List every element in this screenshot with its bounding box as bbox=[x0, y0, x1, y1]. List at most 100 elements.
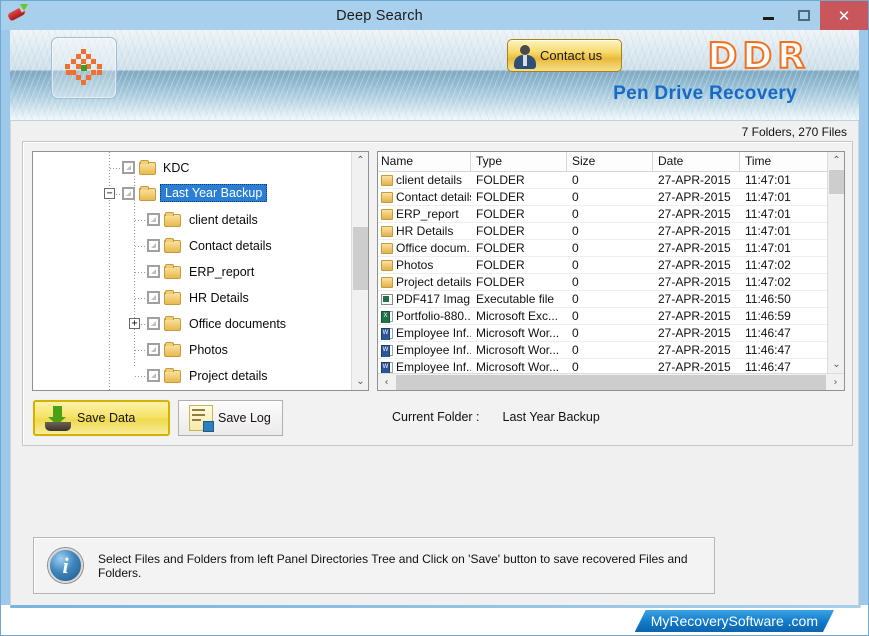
scroll-down-icon[interactable]: ⌄ bbox=[352, 373, 369, 390]
column-header-type[interactable]: Type bbox=[471, 152, 567, 171]
word-icon: W bbox=[381, 327, 393, 340]
column-header-size[interactable]: Size bbox=[567, 152, 653, 171]
save-log-button[interactable]: Save Log bbox=[178, 400, 283, 436]
tree-item-photos[interactable]: Photos bbox=[33, 337, 351, 363]
list-scroll-thumb[interactable] bbox=[829, 170, 844, 194]
file-type-letter: W bbox=[382, 329, 389, 336]
scroll-left-icon[interactable]: ‹ bbox=[378, 374, 395, 391]
folder-icon bbox=[164, 290, 181, 305]
tree-checkbox[interactable] bbox=[147, 239, 160, 252]
minimize-button[interactable] bbox=[748, 1, 788, 30]
tree-checkbox[interactable] bbox=[147, 213, 160, 226]
tree-checkbox[interactable] bbox=[147, 369, 160, 382]
list-hscroll-thumb[interactable] bbox=[396, 375, 826, 390]
column-header-date[interactable]: Date bbox=[653, 152, 740, 171]
column-header-time[interactable]: Time bbox=[740, 152, 820, 171]
scroll-up-icon[interactable]: ⌃ bbox=[828, 152, 845, 169]
save-data-button[interactable]: Save Data bbox=[33, 400, 170, 436]
tree-vertical-scrollbar[interactable]: ⌃ ⌄ bbox=[351, 152, 368, 390]
cell-name: W Employee Inf... bbox=[378, 326, 471, 340]
close-button[interactable]: ✕ bbox=[820, 1, 868, 30]
cell-time: 11:46:50 bbox=[745, 292, 791, 306]
list-horizontal-scrollbar[interactable]: ‹ › bbox=[378, 373, 844, 390]
word-icon: W bbox=[381, 361, 393, 373]
file-list-body: Name Type Size Date Time client details F… bbox=[378, 152, 844, 373]
table-row[interactable]: X Portfolio-880... Microsoft Exc... 0 27-APR… bbox=[378, 308, 827, 325]
scroll-down-icon[interactable]: ⌄ bbox=[828, 356, 845, 373]
table-row[interactable]: W Employee Inf... Microsoft Wor... 0 27-APR-… bbox=[378, 342, 827, 359]
folder-icon bbox=[381, 259, 393, 271]
tree-item-hr-details[interactable]: HR Details bbox=[33, 285, 351, 311]
cell-size: 0 bbox=[572, 326, 579, 340]
table-row[interactable]: HR Details FOLDER 0 27-APR-2015 11:47:01 bbox=[378, 223, 827, 240]
cell-size: 0 bbox=[572, 207, 579, 221]
table-row[interactable]: Photos FOLDER 0 27-APR-2015 11:47:02 bbox=[378, 257, 827, 274]
cell-time: 11:47:01 bbox=[745, 207, 791, 221]
cell-time: 11:46:47 bbox=[745, 360, 791, 373]
tree-item-client-details[interactable]: client details bbox=[33, 207, 351, 233]
tree-checkbox[interactable] bbox=[147, 343, 160, 356]
tree-item-label-selected: Last Year Backup bbox=[160, 184, 268, 202]
cell-size: 0 bbox=[572, 343, 579, 357]
file-name: Office docum... bbox=[396, 241, 471, 255]
tree-item-partial[interactable] bbox=[33, 389, 351, 390]
tree-item-project-details[interactable]: Project details bbox=[33, 363, 351, 389]
tree-item-office-documents[interactable]: + Office documents bbox=[33, 311, 351, 337]
brand-link[interactable]: MyRecoverySoftware .com bbox=[635, 610, 834, 632]
table-row[interactable]: Contact details FOLDER 0 27-APR-2015 11:47:0… bbox=[378, 189, 827, 206]
info-circle-icon: i bbox=[48, 548, 83, 583]
contact-us-button[interactable]: Contact us bbox=[507, 39, 622, 72]
column-header-name[interactable]: Name bbox=[378, 152, 471, 171]
tree-item-erp-report[interactable]: ERP_report bbox=[33, 259, 351, 285]
tree-checkbox[interactable] bbox=[147, 265, 160, 278]
folder-icon bbox=[164, 342, 181, 357]
cell-date: 27-APR-2015 bbox=[658, 309, 731, 323]
cell-size: 0 bbox=[572, 241, 579, 255]
window-title: Deep Search bbox=[336, 7, 423, 24]
folder-icon bbox=[381, 208, 393, 220]
tree-item-contact-details[interactable]: Contact details bbox=[33, 233, 351, 259]
table-row[interactable]: W Employee Inf... Microsoft Wor... 0 27-APR-… bbox=[378, 359, 827, 373]
table-row[interactable]: Office docum... FOLDER 0 27-APR-2015 11:47:0… bbox=[378, 240, 827, 257]
cell-type: FOLDER bbox=[476, 173, 525, 187]
table-row[interactable]: ERP_report FOLDER 0 27-APR-2015 11:47:01 bbox=[378, 206, 827, 223]
current-folder-value: Last Year Backup bbox=[502, 410, 600, 424]
list-vertical-scrollbar[interactable]: ⌃ ⌄ bbox=[827, 152, 844, 373]
tree-checkbox[interactable] bbox=[147, 291, 160, 304]
tree-checkbox[interactable] bbox=[122, 187, 135, 200]
cell-name: client details bbox=[378, 173, 471, 187]
tree-item-kdc[interactable]: KDC bbox=[33, 155, 351, 181]
file-list-header: Name Type Size Date Time bbox=[378, 152, 827, 172]
cell-time: 11:46:59 bbox=[745, 309, 791, 323]
file-type-letter: X bbox=[383, 312, 388, 319]
cell-name: W Employee Inf... bbox=[378, 343, 471, 357]
ddr-logo-text: DDR bbox=[707, 35, 810, 78]
table-row[interactable]: W Employee Inf... Microsoft Wor... 0 27-APR-… bbox=[378, 325, 827, 342]
tree-checkbox[interactable] bbox=[122, 161, 135, 174]
tree-scroll-thumb[interactable] bbox=[353, 227, 368, 290]
scroll-right-icon[interactable]: › bbox=[827, 374, 844, 391]
file-list[interactable]: Name Type Size Date Time client details F… bbox=[377, 151, 845, 391]
folder-icon bbox=[164, 212, 181, 227]
cell-size: 0 bbox=[572, 258, 579, 272]
cell-name: Contact details bbox=[378, 190, 471, 204]
cell-time: 11:47:02 bbox=[745, 258, 791, 272]
file-name: Employee Inf... bbox=[396, 326, 471, 340]
scroll-up-icon[interactable]: ⌃ bbox=[352, 152, 369, 169]
maximize-button[interactable] bbox=[788, 1, 820, 30]
application-window: Deep Search ✕ Contact us DDR Pen Drive R… bbox=[0, 0, 869, 636]
table-row[interactable]: Project details FOLDER 0 27-APR-2015 11:47:0… bbox=[378, 274, 827, 291]
table-row[interactable]: client details FOLDER 0 27-APR-2015 11:47:01 bbox=[378, 172, 827, 189]
tree-expand-toggle[interactable]: + bbox=[129, 318, 140, 329]
table-row[interactable]: PDF417 Imag... Executable file 0 27-APR-201… bbox=[378, 291, 827, 308]
cell-date: 27-APR-2015 bbox=[658, 275, 731, 289]
file-name: Photos bbox=[396, 258, 434, 272]
cell-date: 27-APR-2015 bbox=[658, 292, 731, 306]
contact-us-label: Contact us bbox=[540, 48, 603, 63]
cell-date: 27-APR-2015 bbox=[658, 360, 731, 373]
tree-checkbox[interactable] bbox=[147, 317, 160, 330]
item-count-label: 7 Folders, 270 Files bbox=[741, 125, 847, 139]
directory-tree[interactable]: KDC − Last Year Backup client details Co… bbox=[32, 151, 369, 391]
tree-item-last-year-backup[interactable]: − Last Year Backup bbox=[33, 181, 351, 207]
tree-collapse-toggle[interactable]: − bbox=[104, 188, 115, 199]
